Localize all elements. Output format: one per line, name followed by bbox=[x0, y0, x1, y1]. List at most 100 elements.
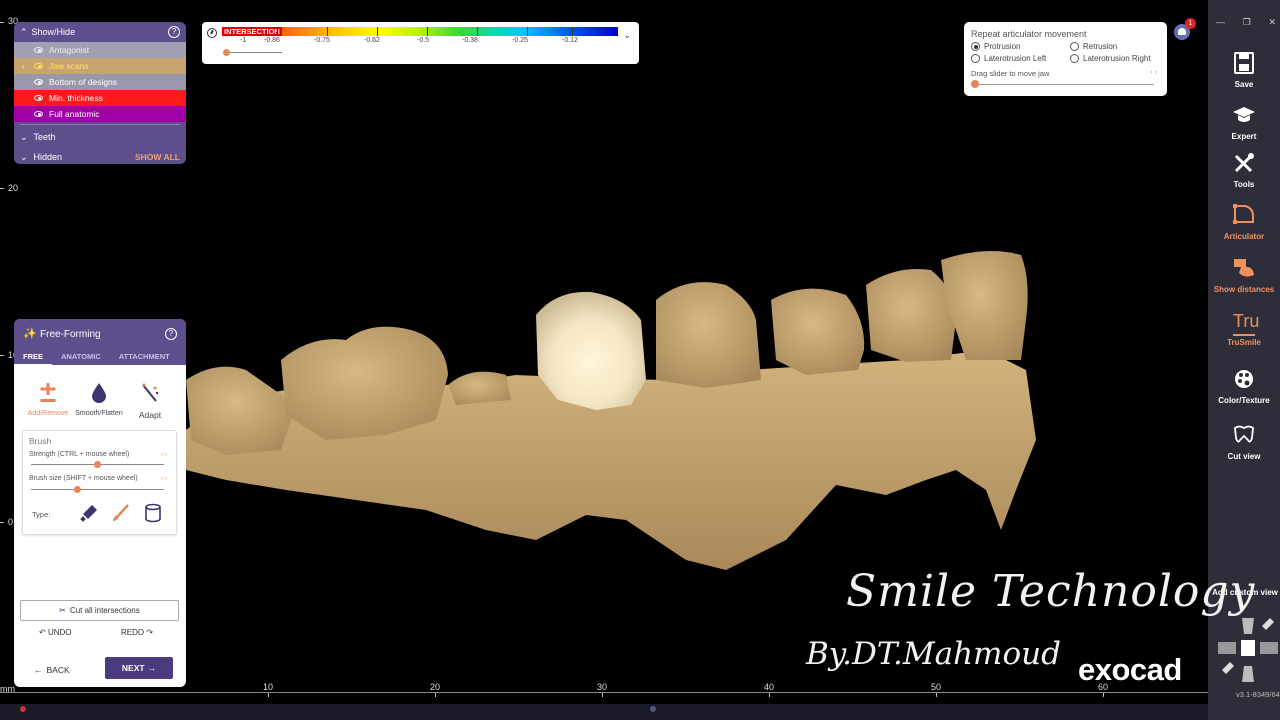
tab-attachment[interactable]: ATTACHMENT bbox=[110, 350, 179, 366]
tick-label: -0.12 bbox=[562, 37, 578, 44]
toolbar-label: Tools bbox=[1233, 180, 1255, 189]
strength-slider-thumb[interactable] bbox=[94, 461, 101, 468]
tick-label: -0.62 bbox=[364, 37, 380, 44]
window-controls: — ❐ ✕ bbox=[1216, 17, 1276, 28]
undo-button[interactable]: ↶ UNDO bbox=[39, 628, 72, 637]
molar-left-2 bbox=[281, 326, 448, 440]
jaw-move-slider-track[interactable] bbox=[974, 84, 1154, 85]
group-teeth[interactable]: ⌄ Teeth bbox=[14, 127, 186, 147]
layer-full-anatomic[interactable]: Full anatomic bbox=[14, 106, 186, 122]
toolbar-label: Save bbox=[1234, 80, 1254, 89]
help-icon[interactable]: ? bbox=[165, 328, 177, 340]
arrows-icon[interactable]: ‹ › bbox=[161, 452, 167, 458]
layer-min-thickness[interactable]: Min. thickness bbox=[14, 90, 186, 106]
tick-label: -0.86 bbox=[264, 37, 280, 44]
cut-all-label: Cut all intersections bbox=[69, 606, 140, 615]
brush-icon[interactable] bbox=[111, 503, 131, 523]
adapt-wand-icon bbox=[142, 383, 159, 402]
toolbar-label: Color/Texture bbox=[1218, 396, 1270, 405]
tick-label: -1 bbox=[240, 37, 247, 44]
free-forming-panel: ✨ Free-Forming ? FREE ANATOMIC ATTACHMEN… bbox=[14, 319, 186, 687]
undo-label: UNDO bbox=[47, 628, 72, 637]
save-icon bbox=[1234, 52, 1254, 74]
save-button[interactable]: Save bbox=[1208, 50, 1280, 89]
color-texture-button[interactable]: Color/Texture bbox=[1208, 366, 1280, 405]
paint-roller-icon[interactable] bbox=[79, 503, 99, 523]
layer-jaw-scans[interactable]: › Jaw scans bbox=[14, 58, 186, 74]
cut-all-intersections-button[interactable]: ✂ Cut all intersections bbox=[20, 600, 179, 621]
tools-button[interactable]: Tools bbox=[1208, 150, 1280, 189]
ruler-unit: mm bbox=[0, 684, 15, 694]
back-label: BACK bbox=[46, 664, 70, 675]
eye-slash-icon[interactable] bbox=[34, 47, 43, 53]
cylinder-icon[interactable] bbox=[143, 503, 163, 523]
intersection-slider-thumb[interactable] bbox=[223, 49, 230, 56]
layer-bottom-of-designs[interactable]: Bottom of designs bbox=[14, 74, 186, 90]
chevron-down-icon[interactable]: ⌄ bbox=[623, 30, 631, 41]
minimize-icon[interactable]: — bbox=[1216, 17, 1225, 28]
brush-title: Brush bbox=[29, 436, 52, 446]
radio-icon[interactable] bbox=[1070, 42, 1079, 51]
expert-button[interactable]: Expert bbox=[1208, 102, 1280, 141]
radio-selected-icon[interactable] bbox=[971, 42, 980, 51]
version-label: v3.1-8349/64 bbox=[1236, 690, 1280, 699]
show-hide-header[interactable]: ⌃ Show/Hide ? bbox=[14, 22, 186, 42]
next-button[interactable]: NEXT → bbox=[105, 657, 173, 679]
close-icon[interactable]: ✕ bbox=[1268, 17, 1276, 28]
tab-anatomic[interactable]: ANATOMIC bbox=[52, 350, 110, 366]
eye-icon[interactable] bbox=[34, 111, 43, 117]
eye-icon[interactable] bbox=[34, 79, 43, 85]
radio-icon[interactable] bbox=[971, 54, 980, 63]
jaw-move-slider-thumb[interactable] bbox=[971, 80, 979, 88]
back-button[interactable]: ← BACK bbox=[34, 659, 84, 680]
brush-size-slider-track[interactable] bbox=[31, 489, 164, 490]
gauge-icon bbox=[207, 28, 217, 38]
tick-label: -0.75 bbox=[314, 37, 330, 44]
layer-antagonist[interactable]: Antagonist bbox=[14, 42, 186, 58]
tab-free[interactable]: FREE bbox=[14, 350, 53, 366]
tooth-cut-icon bbox=[1234, 425, 1254, 443]
restore-icon[interactable]: ❐ bbox=[1243, 17, 1251, 28]
view-cube-icon[interactable] bbox=[1214, 612, 1280, 688]
show-all-button[interactable]: SHOW ALL bbox=[135, 152, 180, 162]
show-distances-button[interactable]: Show distances bbox=[1208, 255, 1280, 294]
layer-label: Full anatomic bbox=[49, 109, 100, 119]
horizontal-ruler: 10 20 30 40 50 60 bbox=[0, 682, 1208, 704]
ruler-label: 20 bbox=[430, 682, 441, 692]
redo-label: REDO bbox=[121, 628, 145, 637]
jaw-3d-viewport[interactable] bbox=[186, 240, 1046, 580]
chevron-right-icon[interactable]: › bbox=[22, 62, 25, 71]
notifications-button[interactable]: 1 bbox=[1174, 18, 1196, 40]
bottom-strip bbox=[0, 704, 1208, 720]
arrows-icon[interactable]: ‹ › bbox=[161, 476, 167, 482]
articulator-button[interactable]: Articulator bbox=[1208, 202, 1280, 241]
redo-button[interactable]: REDO ↷ bbox=[121, 628, 153, 637]
ruler-label: 50 bbox=[931, 682, 942, 692]
radio-retrusion[interactable]: Retrusion bbox=[1070, 42, 1117, 51]
eye-icon[interactable] bbox=[34, 63, 43, 69]
palette-icon bbox=[1235, 370, 1253, 388]
radio-icon[interactable] bbox=[1070, 54, 1079, 63]
brush-settings: Brush Strength (CTRL + mouse wheel) ‹ › … bbox=[22, 430, 177, 535]
adapt-tool[interactable]: Adapt bbox=[120, 381, 180, 420]
radio-laterotrusion-right[interactable]: Laterotrusion Right bbox=[1070, 54, 1151, 63]
group-hidden[interactable]: ⌄ Hidden SHOW ALL bbox=[14, 147, 186, 164]
free-forming-tabs: FREE ANATOMIC ATTACHMENT bbox=[14, 350, 179, 366]
slider-arrows-icon[interactable]: ‹ › bbox=[1150, 69, 1157, 76]
trusmile-button[interactable]: Tru TruSmile bbox=[1208, 310, 1280, 347]
tools-icon bbox=[1234, 153, 1254, 173]
tooth-3 bbox=[866, 269, 956, 362]
radio-protrusion[interactable]: Protrusion bbox=[971, 42, 1020, 51]
cut-view-button[interactable]: Cut view bbox=[1208, 422, 1280, 461]
help-icon[interactable]: ? bbox=[168, 26, 180, 38]
toolbar-label: Cut view bbox=[1227, 452, 1261, 461]
eye-icon[interactable] bbox=[34, 95, 43, 101]
radio-laterotrusion-left[interactable]: Laterotrusion Left bbox=[971, 54, 1046, 63]
tooth-1 bbox=[656, 282, 761, 388]
watermark-author: By.DT.Mahmoud bbox=[806, 636, 1061, 672]
redo-icon: ↷ bbox=[146, 628, 154, 637]
brush-size-slider-thumb[interactable] bbox=[74, 486, 82, 493]
drop-icon bbox=[92, 383, 106, 403]
crown-design[interactable] bbox=[536, 291, 646, 410]
intersection-slider-track[interactable] bbox=[224, 52, 282, 53]
